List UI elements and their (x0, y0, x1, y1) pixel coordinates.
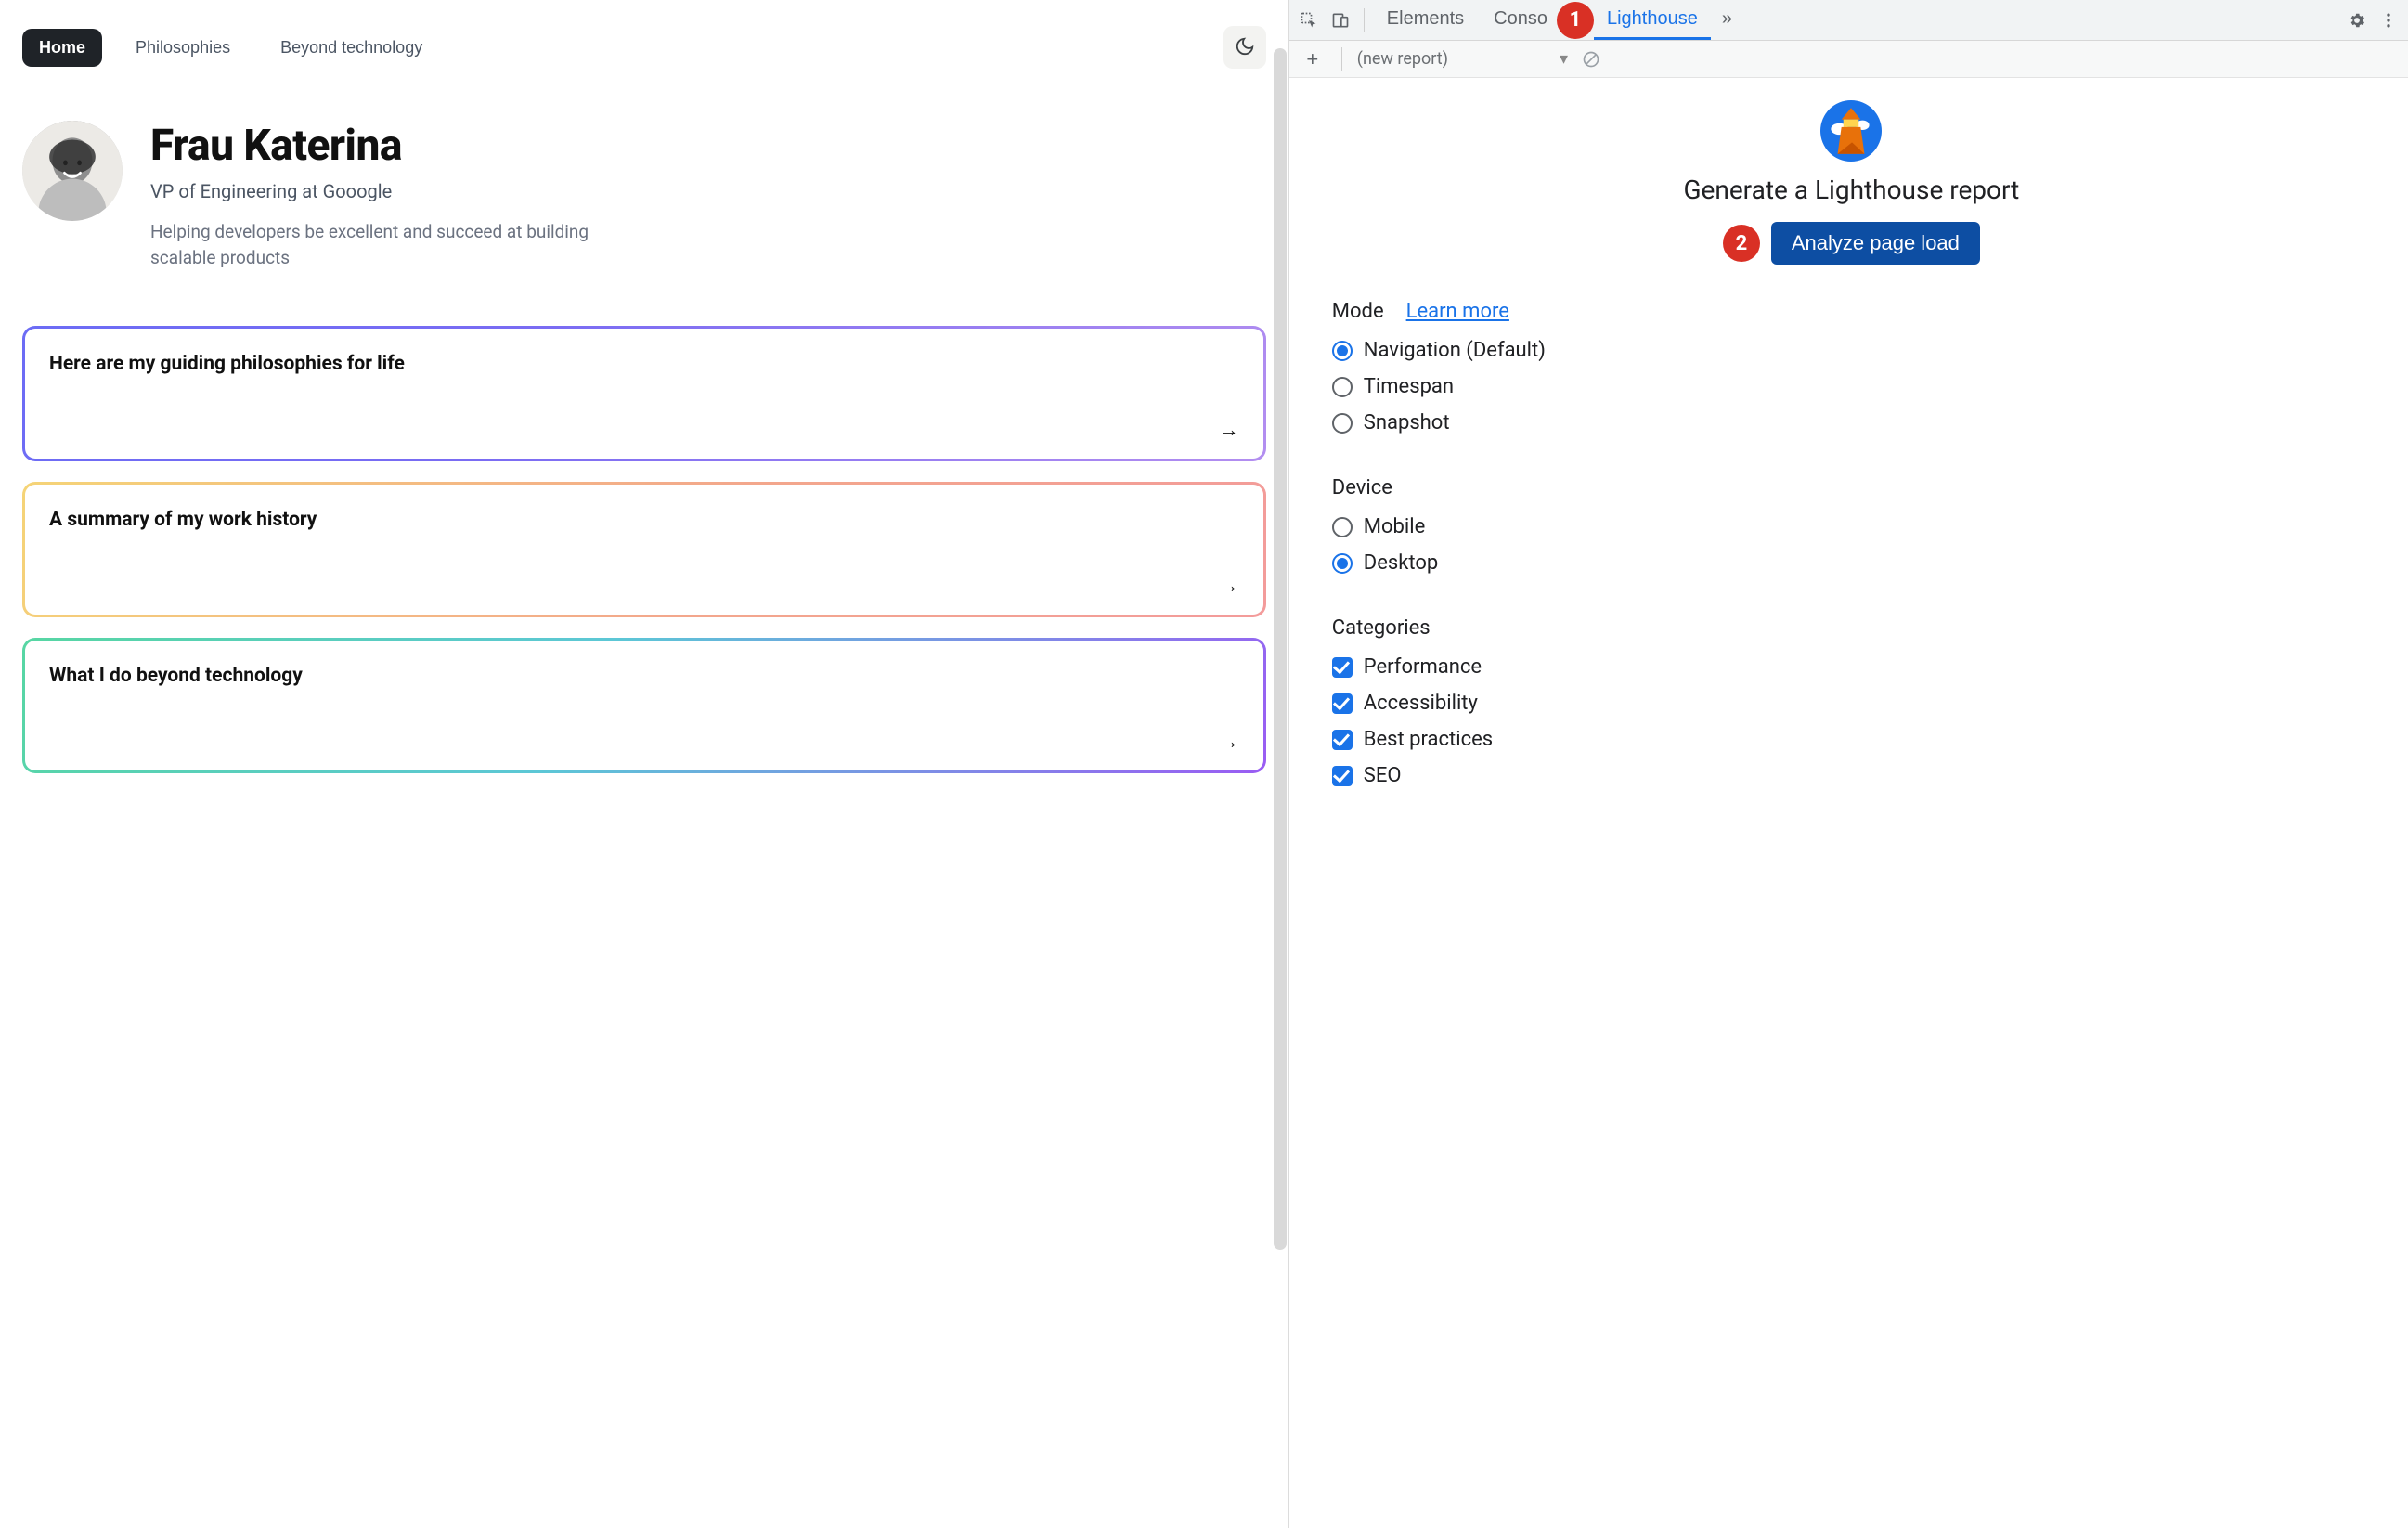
category-check-seo[interactable] (1332, 766, 1353, 786)
category-label: Accessibility (1364, 692, 1478, 715)
device-label: Device (1332, 476, 1392, 499)
clear-icon[interactable] (1577, 45, 1605, 73)
mode-label: Mode (1332, 300, 1384, 323)
mode-option-label: Timespan (1364, 375, 1454, 398)
category-check-performance[interactable] (1332, 657, 1353, 678)
mode-radio-navigation[interactable] (1332, 341, 1353, 361)
report-dropdown[interactable]: (new report) ▾ (1357, 49, 1568, 69)
arrow-right-icon: → (1219, 418, 1239, 442)
lighthouse-logo-icon (1332, 100, 2371, 162)
learn-more-link[interactable]: Learn more (1406, 300, 1509, 323)
tab-console[interactable]: Conso (1481, 0, 1560, 40)
inspect-element-icon[interactable] (1295, 6, 1323, 34)
site-preview-pane: Home Philosophies Beyond technology (0, 0, 1288, 1528)
annotation-badge-1: 1 (1557, 2, 1594, 39)
new-report-plus-button[interactable]: + (1299, 45, 1327, 73)
moon-icon (1235, 36, 1255, 59)
profile-block: Frau Katerina VP of Engineering at Gooog… (22, 121, 1266, 270)
card-work-history[interactable]: A summary of my work history → (22, 482, 1266, 617)
mode-option-label: Navigation (Default) (1364, 339, 1546, 362)
separator (1364, 8, 1365, 32)
device-radio-desktop[interactable] (1332, 553, 1353, 574)
category-label: SEO (1364, 764, 1402, 787)
categories-section: Categories Performance Accessibility Bes… (1332, 616, 2371, 794)
nav-beyond[interactable]: Beyond technology (264, 29, 439, 67)
scrollbar[interactable] (1274, 48, 1287, 1250)
mode-option-navigation[interactable]: Navigation (Default) (1332, 332, 2371, 369)
nav-philosophies[interactable]: Philosophies (119, 29, 247, 67)
mode-section: Mode Learn more Navigation (Default) Tim… (1332, 300, 2371, 441)
category-label: Performance (1364, 655, 1482, 679)
category-label: Best practices (1364, 728, 1493, 751)
profile-bio: Helping developers be excellent and succ… (150, 219, 633, 270)
mode-option-snapshot[interactable]: Snapshot (1332, 405, 2371, 441)
card-title: What I do beyond technology (49, 665, 1239, 687)
gear-icon[interactable] (2343, 6, 2371, 34)
devtools-tabbar: Elements Conso 1 Lighthouse » (1289, 0, 2408, 41)
tab-lighthouse[interactable]: Lighthouse (1594, 0, 1711, 40)
lighthouse-title: Generate a Lighthouse report (1332, 175, 2371, 205)
tabs-overflow-button[interactable]: » (1715, 0, 1740, 40)
category-best-practices[interactable]: Best practices (1332, 721, 2371, 758)
profile-name: Frau Katerina (150, 121, 633, 171)
card-title: A summary of my work history (49, 509, 1239, 531)
theme-toggle-button[interactable] (1223, 26, 1266, 69)
avatar (22, 121, 123, 221)
mode-radio-timespan[interactable] (1332, 377, 1353, 397)
report-dropdown-label: (new report) (1357, 49, 1448, 69)
card-beyond-tech[interactable]: What I do beyond technology → (22, 638, 1266, 773)
categories-label: Categories (1332, 616, 1431, 640)
tab-elements[interactable]: Elements (1374, 0, 1477, 40)
device-radio-mobile[interactable] (1332, 517, 1353, 537)
card-title: Here are my guiding philosophies for lif… (49, 353, 1239, 375)
annotation-badge-2: 2 (1723, 225, 1760, 262)
analyze-page-load-button[interactable]: Analyze page load (1771, 222, 1980, 265)
mode-option-timespan[interactable]: Timespan (1332, 369, 2371, 405)
category-performance[interactable]: Performance (1332, 649, 2371, 685)
category-check-accessibility[interactable] (1332, 693, 1353, 714)
category-seo[interactable]: SEO (1332, 758, 2371, 794)
separator (1341, 47, 1342, 71)
devtools-pane: Elements Conso 1 Lighthouse » + (new rep… (1288, 0, 2408, 1528)
chevron-down-icon: ▾ (1560, 49, 1568, 69)
lighthouse-hero: Generate a Lighthouse report 2 Analyze p… (1332, 100, 2371, 265)
device-option-label: Desktop (1364, 551, 1439, 575)
card-philosophies[interactable]: Here are my guiding philosophies for lif… (22, 326, 1266, 461)
category-check-best-practices[interactable] (1332, 730, 1353, 750)
device-option-desktop[interactable]: Desktop (1332, 545, 2371, 581)
kebab-menu-icon[interactable] (2375, 6, 2402, 34)
mode-radio-snapshot[interactable] (1332, 413, 1353, 434)
lighthouse-body: Generate a Lighthouse report 2 Analyze p… (1289, 78, 2408, 1528)
device-option-label: Mobile (1364, 515, 1425, 538)
nav-home[interactable]: Home (22, 29, 102, 67)
mode-option-label: Snapshot (1364, 411, 1450, 434)
arrow-right-icon: → (1219, 730, 1239, 754)
lighthouse-subbar: + (new report) ▾ (1289, 41, 2408, 78)
site-nav: Home Philosophies Beyond technology (22, 26, 1266, 69)
cards-list: Here are my guiding philosophies for lif… (22, 326, 1266, 773)
device-toolbar-icon[interactable] (1327, 6, 1354, 34)
device-section: Device Mobile Desktop (1332, 476, 2371, 581)
category-accessibility[interactable]: Accessibility (1332, 685, 2371, 721)
profile-role: VP of Engineering at Gooogle (150, 180, 633, 202)
arrow-right-icon: → (1219, 574, 1239, 598)
device-option-mobile[interactable]: Mobile (1332, 509, 2371, 545)
